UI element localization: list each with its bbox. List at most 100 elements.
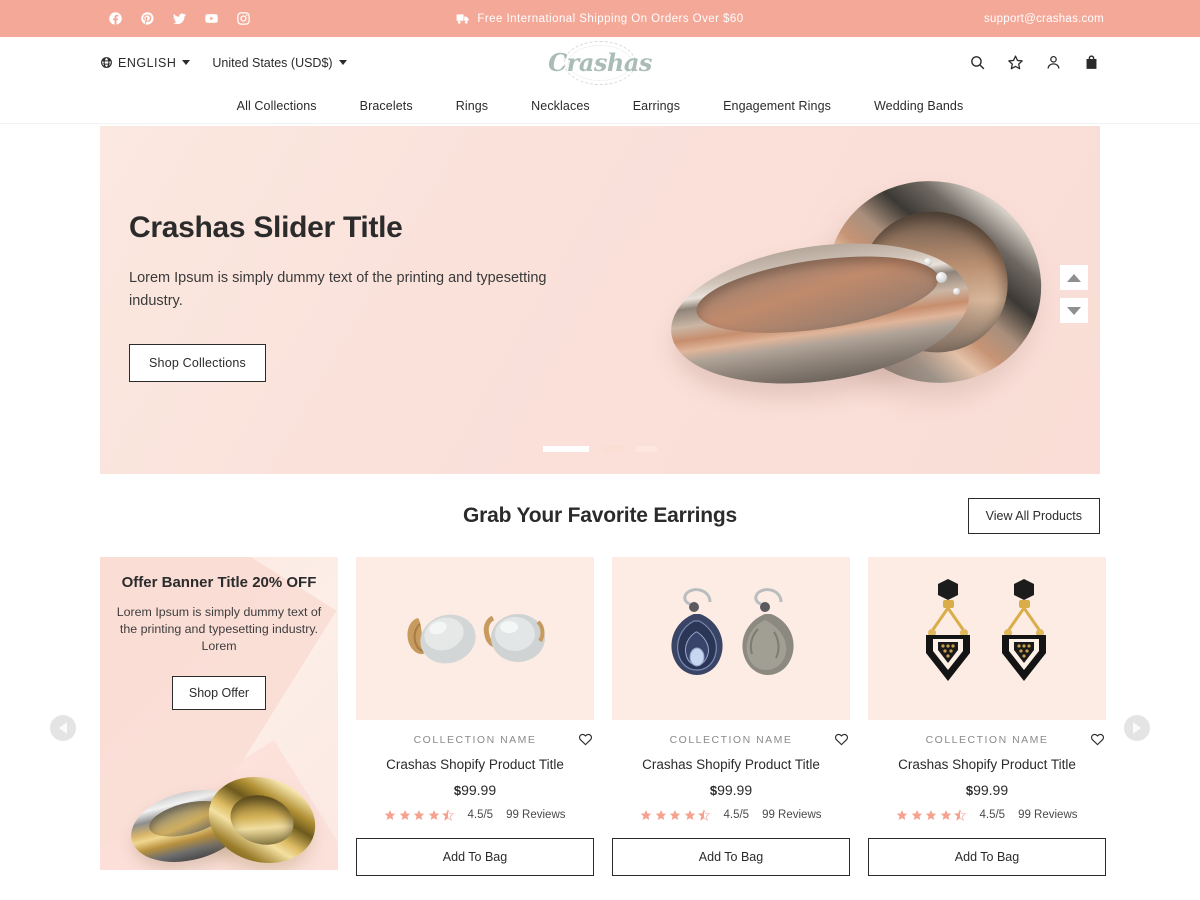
diamond-gem-icon xyxy=(953,288,960,295)
star-filled-icon xyxy=(414,810,425,820)
diamond-gem-icon xyxy=(924,258,932,266)
star-filled-icon xyxy=(399,810,411,820)
add-to-bag-button[interactable]: Add To Bag xyxy=(612,838,850,876)
rating-score: 4.5/5 xyxy=(723,809,750,821)
currency-symbol: $ xyxy=(965,783,974,798)
section-title: Grab Your Favorite Earrings xyxy=(463,503,737,527)
star-half-icon xyxy=(954,809,967,821)
site-header: ENGLISH United States (USD$) Crashas xyxy=(0,37,1200,88)
star-filled-icon xyxy=(641,810,652,820)
facebook-icon[interactable] xyxy=(108,11,123,26)
product-title[interactable]: Crashas Shopify Product Title xyxy=(612,757,850,772)
star-filled-icon xyxy=(670,810,681,820)
product-rating: 4.5/5 99 Reviews xyxy=(612,809,850,821)
product-price: $99.99 xyxy=(612,782,850,798)
product-rating: 4.5/5 99 Reviews xyxy=(356,809,594,821)
shop-offer-button[interactable]: Shop Offer xyxy=(171,676,267,710)
star-half-icon xyxy=(442,809,455,821)
nav-item-wedding-bands[interactable]: Wedding Bands xyxy=(874,99,963,113)
shop-collections-button[interactable]: Shop Collections xyxy=(129,344,267,382)
youtube-icon[interactable] xyxy=(204,11,219,26)
carousel-next-button[interactable] xyxy=(1124,715,1150,741)
nav-item-bracelets[interactable]: Bracelets xyxy=(360,99,413,113)
price-value: 99.99 xyxy=(461,782,497,798)
logo-text: Crashas xyxy=(548,48,652,77)
chevron-left-icon xyxy=(59,722,67,734)
account-icon[interactable] xyxy=(1045,54,1062,71)
product-collection-name: COLLECTION NAME xyxy=(669,734,793,746)
diamond-gem-icon xyxy=(936,272,947,283)
star-filled-icon xyxy=(897,810,908,820)
globe-icon xyxy=(100,56,113,69)
product-collection-name: COLLECTION NAME xyxy=(413,734,537,746)
star-filled-icon xyxy=(911,810,923,820)
language-label: ENGLISH xyxy=(118,55,177,70)
instagram-icon[interactable] xyxy=(236,11,251,26)
nav-item-engagement-rings[interactable]: Engagement Rings xyxy=(723,99,831,113)
pearl-clip-earrings-icon xyxy=(407,613,545,663)
hero-rings-image xyxy=(640,151,1070,413)
product-image-chevron-earrings[interactable] xyxy=(868,557,1106,720)
slider-arrow-down[interactable] xyxy=(1060,298,1088,323)
product-image-pearl-earrings[interactable] xyxy=(356,557,594,720)
wishlist-star-icon[interactable] xyxy=(1007,54,1024,71)
blue-teardrop-earrings-icon xyxy=(671,587,794,675)
nav-item-necklaces[interactable]: Necklaces xyxy=(531,99,590,113)
product-title[interactable]: Crashas Shopify Product Title xyxy=(868,757,1106,772)
nav-item-rings[interactable]: Rings xyxy=(456,99,488,113)
hero-dot-1[interactable] xyxy=(543,446,589,452)
view-all-products-button[interactable]: View All Products xyxy=(967,497,1100,534)
product-price: $99.99 xyxy=(356,782,594,798)
product-price: $99.99 xyxy=(868,782,1106,798)
shipping-text: Free International Shipping On Orders Ov… xyxy=(477,12,744,25)
hero-dot-3[interactable] xyxy=(636,446,657,452)
add-to-bag-button[interactable]: Add To Bag xyxy=(868,838,1106,876)
nav-item-all-collections[interactable]: All Collections xyxy=(237,99,317,113)
wishlist-heart-icon[interactable] xyxy=(834,732,849,747)
chevron-down-icon xyxy=(182,60,191,65)
hero-slider: Crashas Slider Title Lorem Ipsum is simp… xyxy=(100,126,1100,474)
search-icon[interactable] xyxy=(969,54,986,71)
product-card: COLLECTION NAME Crashas Shopify Product … xyxy=(868,557,1106,876)
carousel-prev-button[interactable] xyxy=(50,715,76,741)
slider-arrow-up[interactable] xyxy=(1060,265,1088,290)
hero-title: Crashas Slider Title xyxy=(129,211,403,244)
star-filled-icon xyxy=(385,810,396,820)
add-to-bag-button[interactable]: Add To Bag xyxy=(356,838,594,876)
site-logo[interactable]: Crashas xyxy=(545,40,655,86)
currency-symbol: $ xyxy=(453,783,462,798)
hero-pagination xyxy=(100,446,1100,452)
pinterest-icon[interactable] xyxy=(140,11,155,26)
star-rating xyxy=(640,809,711,821)
currency-symbol: $ xyxy=(709,783,718,798)
section-header: Grab Your Favorite Earrings View All Pro… xyxy=(100,474,1100,557)
language-selector[interactable]: ENGLISH xyxy=(100,55,191,70)
country-label: United States (USD$) xyxy=(212,55,333,70)
product-title[interactable]: Crashas Shopify Product Title xyxy=(356,757,594,772)
star-filled-icon xyxy=(926,810,937,820)
star-filled-icon xyxy=(684,810,696,820)
star-filled-icon xyxy=(428,810,440,820)
product-image-teardrop-earrings[interactable] xyxy=(612,557,850,720)
review-count: 99 Reviews xyxy=(506,809,566,821)
country-currency-selector[interactable]: United States (USD$) xyxy=(212,55,347,70)
rating-score: 4.5/5 xyxy=(979,809,1006,821)
rating-score: 4.5/5 xyxy=(467,809,494,821)
twitter-icon[interactable] xyxy=(172,11,187,26)
price-value: 99.99 xyxy=(973,782,1009,798)
hero-slider-arrows xyxy=(1060,265,1088,323)
star-rating xyxy=(384,809,455,821)
product-card: COLLECTION NAME Crashas Shopify Product … xyxy=(356,557,594,876)
support-email[interactable]: support@crashas.com xyxy=(984,13,1104,25)
star-rating xyxy=(896,809,967,821)
hero-dot-2[interactable] xyxy=(602,446,623,452)
product-rating: 4.5/5 99 Reviews xyxy=(868,809,1106,821)
products-carousel: Offer Banner Title 20% OFF Lorem Ipsum i… xyxy=(50,557,1150,876)
star-half-icon xyxy=(698,809,711,821)
bag-icon[interactable] xyxy=(1083,54,1100,71)
wishlist-heart-icon[interactable] xyxy=(578,732,593,747)
nav-item-earrings[interactable]: Earrings xyxy=(633,99,680,113)
chevron-up-icon xyxy=(1067,273,1081,282)
offer-ring-gold xyxy=(198,764,326,870)
wishlist-heart-icon[interactable] xyxy=(1090,732,1105,747)
